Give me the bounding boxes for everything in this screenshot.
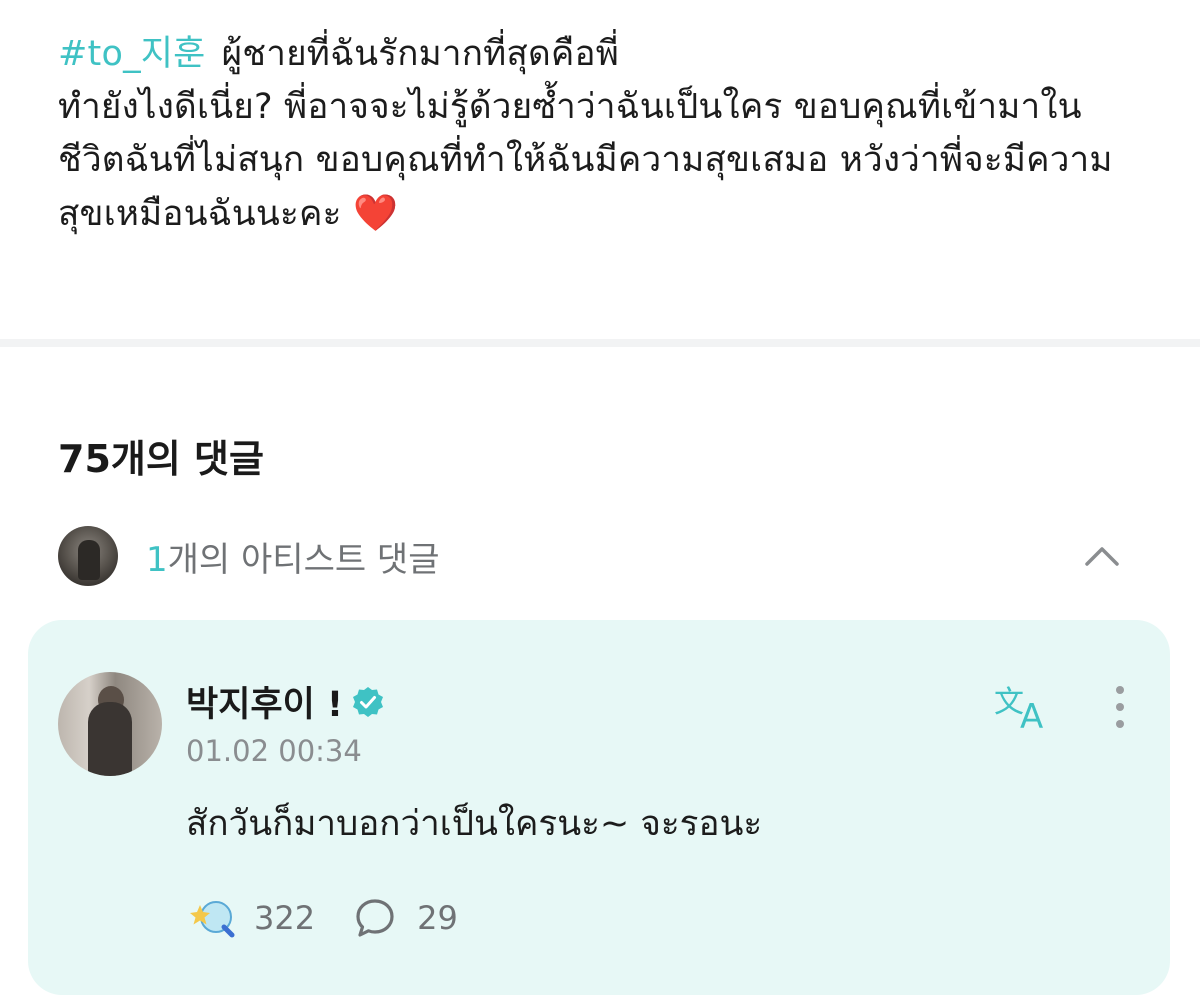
post-body-wrap: ทำยังไงดีเนี่ย? พี่อาจจะไม่รู้ด้วยซ้ำว่า…: [58, 81, 1148, 241]
sparkle-like-icon[interactable]: [186, 895, 236, 941]
artist-comment-card: 박지후이 ! 01.02 00:34 文 A สักวันก็มาบอกว่าเ…: [28, 620, 1170, 995]
reply-count: 29: [417, 899, 458, 937]
verified-badge-icon: [352, 686, 383, 717]
speech-bubble-icon[interactable]: [353, 896, 397, 940]
comment-timestamp: 01.02 00:34: [186, 734, 362, 768]
translate-icon[interactable]: 文 A: [994, 682, 1054, 732]
like-count: 322: [254, 899, 316, 937]
chevron-up-icon[interactable]: [1084, 538, 1120, 574]
post-body: ทำยังไงดีเนี่ย? พี่อาจจะไม่รู้ด้วยซ้ำว่า…: [58, 87, 1113, 234]
hashtag-link[interactable]: #to_지훈: [58, 34, 206, 74]
more-vertical-icon[interactable]: [1108, 682, 1132, 732]
artist-comment-count: 1: [146, 540, 168, 580]
comment-author[interactable]: 박지후이 !: [186, 676, 385, 727]
comment-actions: 322 29: [186, 895, 458, 941]
artist-comments-label: 1개의 아티스트 댓글: [146, 532, 440, 581]
post-title: ผู้ชายที่ฉันรักมากที่สุดคือพี่: [221, 34, 620, 74]
artist-comment-text: 개의 아티스트 댓글: [167, 540, 440, 580]
post-first-line: #to_지훈 ผู้ชายที่ฉันรักมากที่สุดคือพี่: [58, 28, 1148, 81]
heart-emoji: ❤️: [352, 193, 399, 234]
author-name: 박지후이 !: [186, 685, 343, 725]
avatar[interactable]: [58, 672, 162, 776]
post-content: #to_지훈 ผู้ชายที่ฉันรักมากที่สุดคือพี่ ทำย…: [58, 28, 1148, 241]
artist-comments-toggle[interactable]: 1개의 아티스트 댓글: [58, 526, 1148, 586]
svg-text:A: A: [1020, 697, 1043, 732]
section-divider: [0, 339, 1200, 347]
artist-avatar-small: [58, 526, 118, 586]
comment-text: สักวันก็มาบอกว่าเป็นใครนะ~ จะรอนะ: [186, 804, 763, 844]
comment-count-heading: 75개의 댓글: [58, 437, 264, 481]
